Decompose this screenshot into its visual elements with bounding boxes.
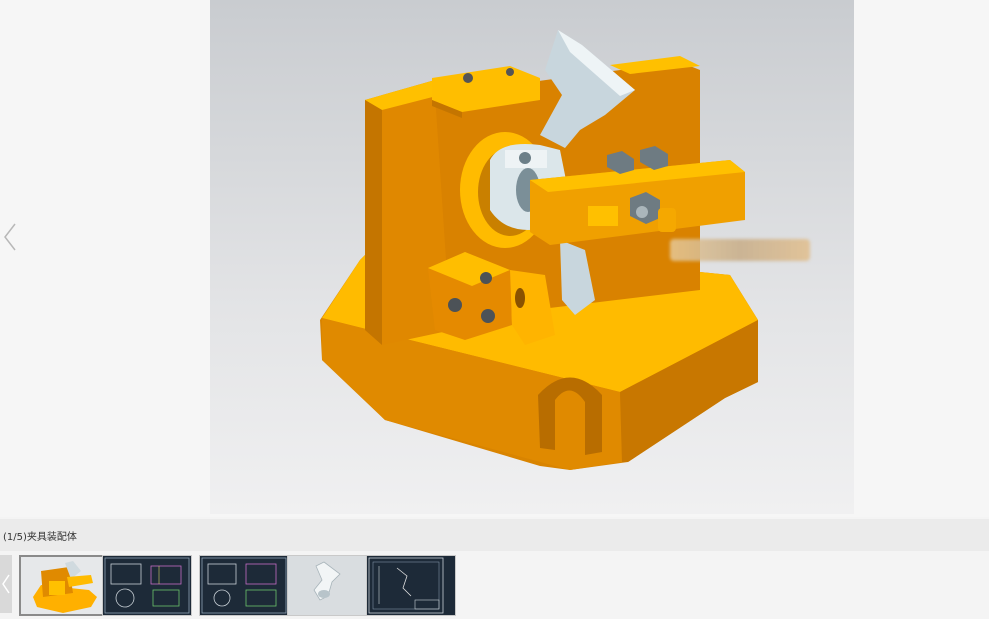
prev-image-button[interactable]	[2, 222, 18, 252]
thumbnail-strip	[0, 551, 989, 619]
chevron-left-icon	[4, 223, 16, 251]
chevron-left-icon	[2, 574, 10, 594]
image-caption: (1/5)夹具装配体	[3, 532, 77, 543]
main-image[interactable]	[210, 0, 854, 514]
thumb-drawing-3[interactable]	[366, 555, 456, 616]
thumb-part-3d[interactable]	[287, 555, 377, 616]
thumb-drawing-1[interactable]	[102, 555, 192, 616]
caption-bar: (1/5)夹具装配体	[0, 519, 989, 551]
thumb-assembly-3d[interactable]	[19, 555, 109, 616]
thumb-drawing-2[interactable]	[199, 555, 289, 616]
redaction-blur	[670, 239, 810, 261]
thumb-prev-button[interactable]	[0, 555, 12, 613]
image-viewer	[0, 0, 989, 517]
